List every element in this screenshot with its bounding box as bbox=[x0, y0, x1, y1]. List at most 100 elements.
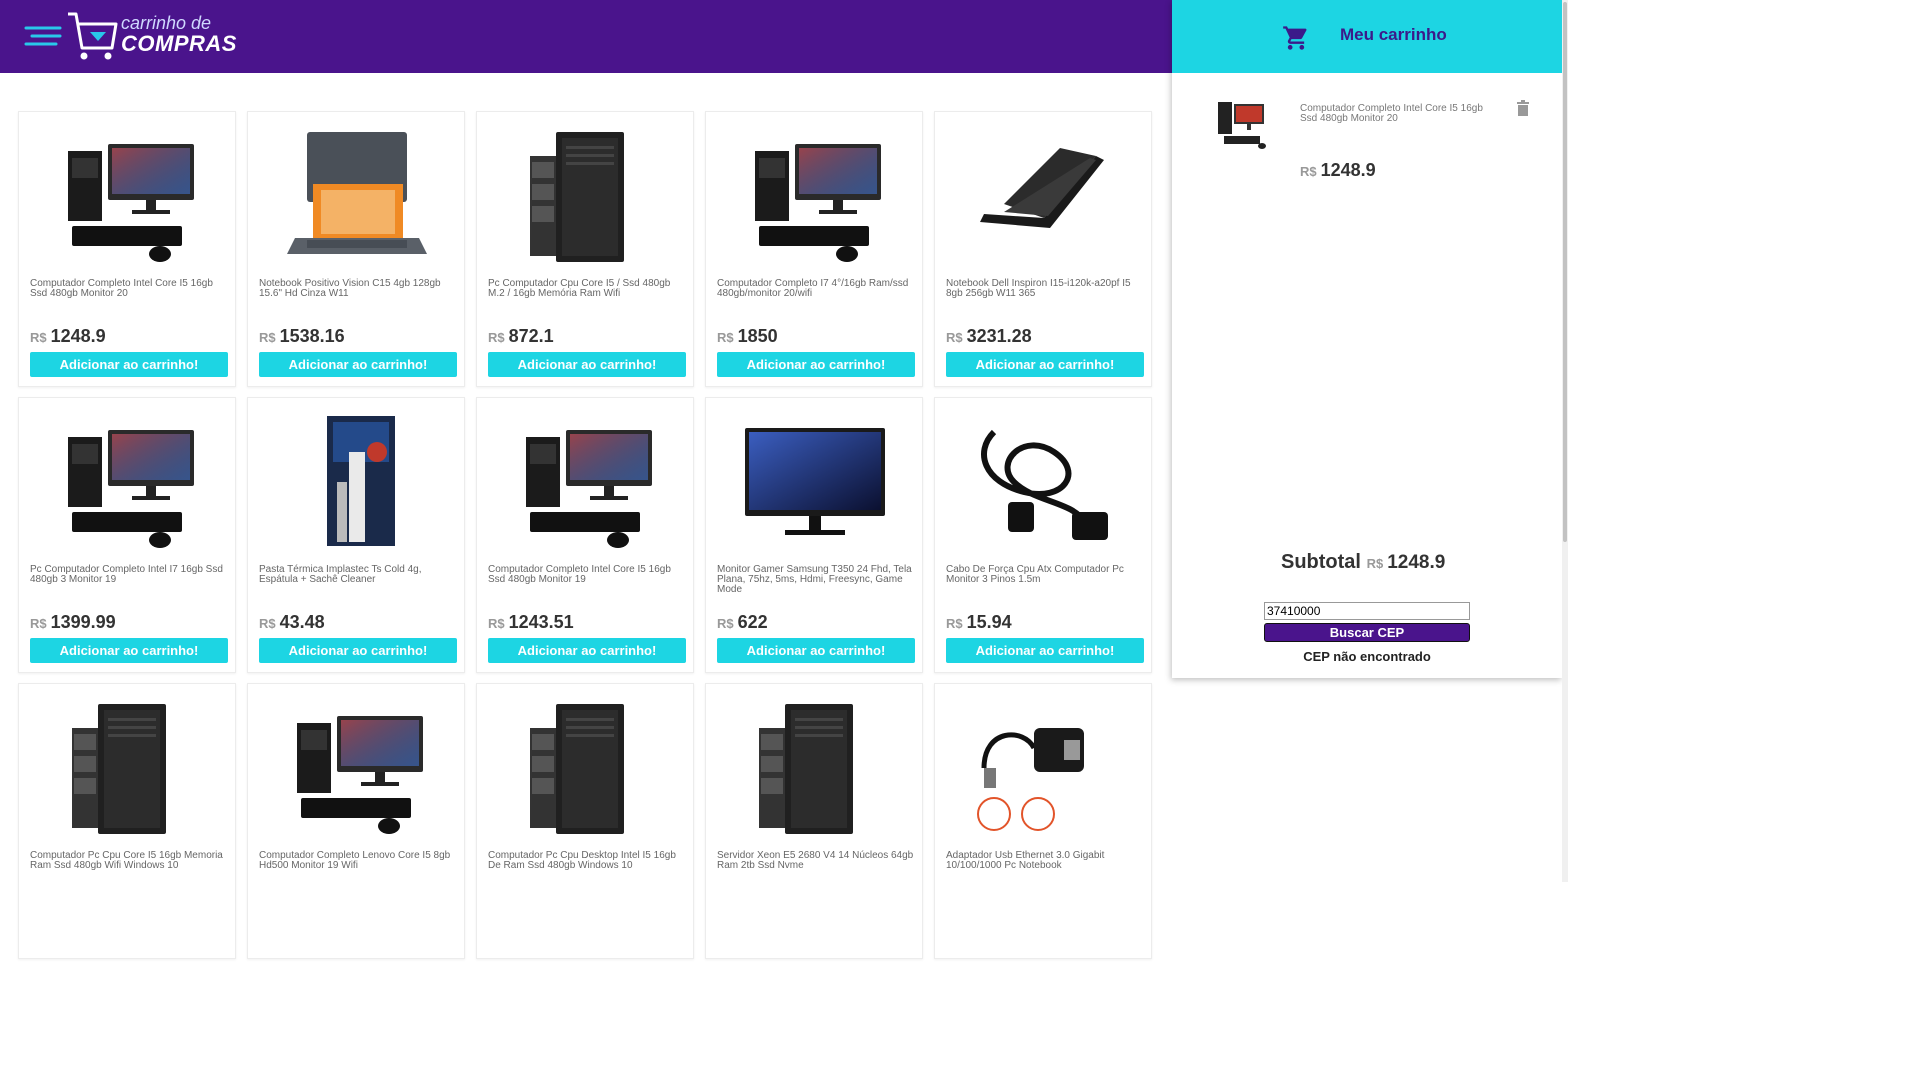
product-image[interactable] bbox=[506, 412, 666, 552]
product-price-value: 1248.9 bbox=[50, 326, 106, 346]
currency-symbol: R$ bbox=[946, 616, 963, 631]
currency-symbol: R$ bbox=[1300, 164, 1317, 179]
product-price: R$ 1248.9 bbox=[30, 326, 106, 347]
product-title: Pc Computador Cpu Core I5 / Ssd 480gb M.… bbox=[488, 278, 671, 299]
product-price-value: 1538.16 bbox=[279, 326, 345, 346]
add-to-cart-button[interactable]: Adicionar ao carrinho! bbox=[488, 352, 686, 377]
add-to-cart-button[interactable]: Adicionar ao carrinho! bbox=[30, 352, 228, 377]
cart-panel: Meu carrinho Computador Completo Intel C… bbox=[1172, 0, 1562, 678]
currency-symbol: R$ bbox=[30, 616, 47, 631]
product-card: Computador Completo Lenovo Core I5 8gb H… bbox=[247, 683, 465, 959]
product-image[interactable] bbox=[964, 412, 1124, 552]
currency-symbol: R$ bbox=[946, 330, 963, 345]
cep-status-message: CEP não encontrado bbox=[1303, 649, 1431, 664]
product-price-value: 43.48 bbox=[279, 612, 325, 632]
product-image[interactable] bbox=[506, 698, 666, 838]
product-image[interactable] bbox=[277, 698, 437, 838]
product-card: Pc Computador Completo Intel I7 16gb Ssd… bbox=[18, 397, 236, 673]
product-image[interactable] bbox=[277, 412, 437, 552]
delete-item-icon[interactable] bbox=[1516, 100, 1530, 116]
top-header: carrinho de COMPRAS bbox=[0, 0, 1172, 73]
page-scrollbar[interactable] bbox=[1562, 0, 1568, 882]
cart-item-price: R$ 1248.9 bbox=[1300, 160, 1376, 181]
product-price: R$ 1243.51 bbox=[488, 612, 574, 633]
product-title: Monitor Gamer Samsung T350 24 Fhd, Tela … bbox=[717, 564, 912, 595]
product-title: Pasta Térmica Implastec Ts Cold 4g, Espá… bbox=[259, 564, 422, 585]
product-title: Pc Computador Completo Intel I7 16gb Ssd… bbox=[30, 564, 223, 585]
currency-symbol: R$ bbox=[259, 616, 276, 631]
product-image[interactable] bbox=[964, 698, 1124, 838]
product-title: Computador Completo Intel Core I5 16gb S… bbox=[30, 278, 213, 299]
product-price: R$ 872.1 bbox=[488, 326, 554, 347]
cart-header: Meu carrinho bbox=[1172, 0, 1562, 73]
subtotal-label: Subtotal bbox=[1281, 551, 1361, 573]
cart-title: Meu carrinho bbox=[1340, 25, 1447, 44]
add-to-cart-button[interactable]: Adicionar ao carrinho! bbox=[717, 638, 915, 663]
product-image[interactable] bbox=[735, 412, 895, 552]
product-price-value: 622 bbox=[737, 612, 768, 632]
add-to-cart-button[interactable]: Adicionar ao carrinho! bbox=[259, 352, 457, 377]
add-to-cart-button[interactable]: Adicionar ao carrinho! bbox=[946, 352, 1144, 377]
product-card: Pasta Térmica Implastec Ts Cold 4g, Espá… bbox=[247, 397, 465, 673]
product-title: Notebook Dell Inspiron I15-i120k-a20pf I… bbox=[946, 278, 1131, 299]
product-price: R$ 1538.16 bbox=[259, 326, 345, 347]
product-title: Notebook Positivo Vision C15 4gb 128gb 1… bbox=[259, 278, 441, 299]
product-title: Computador Pc Cpu Desktop Intel I5 16gb … bbox=[488, 850, 676, 871]
cart-item-image bbox=[1218, 102, 1266, 149]
product-card: Notebook Positivo Vision C15 4gb 128gb 1… bbox=[247, 111, 465, 387]
add-to-cart-button[interactable]: Adicionar ao carrinho! bbox=[717, 352, 915, 377]
store-logo[interactable]: carrinho de COMPRAS bbox=[24, 10, 244, 64]
add-to-cart-button[interactable]: Adicionar ao carrinho! bbox=[30, 638, 228, 663]
product-card: Notebook Dell Inspiron I15-i120k-a20pf I… bbox=[934, 111, 1152, 387]
logo-line1: carrinho de bbox=[121, 13, 212, 33]
logo-cart-icon bbox=[24, 12, 118, 60]
logo-wordmark: carrinho de COMPRAS bbox=[121, 14, 237, 55]
subtotal: Subtotal R$ 1248.9 bbox=[1281, 551, 1445, 574]
product-price: R$ 15.94 bbox=[946, 612, 1012, 633]
product-title: Cabo De Força Cpu Atx Computador Pc Moni… bbox=[946, 564, 1124, 585]
currency-symbol: R$ bbox=[1366, 556, 1384, 571]
product-card: Cabo De Força Cpu Atx Computador Pc Moni… bbox=[934, 397, 1152, 673]
product-image[interactable] bbox=[964, 126, 1124, 266]
subtotal-value: 1248.9 bbox=[1387, 552, 1446, 573]
currency-symbol: R$ bbox=[717, 616, 734, 631]
product-price-value: 15.94 bbox=[966, 612, 1012, 632]
product-price: R$ 622 bbox=[717, 612, 768, 633]
product-image[interactable] bbox=[506, 126, 666, 266]
currency-symbol: R$ bbox=[259, 330, 276, 345]
product-price-value: 3231.28 bbox=[966, 326, 1032, 346]
currency-symbol: R$ bbox=[30, 330, 47, 345]
product-image[interactable] bbox=[277, 126, 437, 266]
search-cep-button[interactable]: Buscar CEP bbox=[1264, 623, 1470, 642]
cart-item-title: Computador Completo Intel Core I5 16gb S… bbox=[1300, 103, 1483, 124]
product-title: Computador Completo Intel Core I5 16gb S… bbox=[488, 564, 671, 585]
product-price-value: 1243.51 bbox=[508, 612, 574, 632]
product-card: Servidor Xeon E5 2680 V4 14 Núcleos 64gb… bbox=[705, 683, 923, 959]
currency-symbol: R$ bbox=[488, 330, 505, 345]
scrollbar-thumb[interactable] bbox=[1563, 2, 1567, 542]
product-image[interactable] bbox=[48, 412, 208, 552]
product-card: Computador Completo Intel Core I5 16gb S… bbox=[476, 397, 694, 673]
product-title: Computador Completo Lenovo Core I5 8gb H… bbox=[259, 850, 451, 871]
product-title: Computador Completo I7 4°/16gb Ram/ssd 4… bbox=[717, 278, 909, 299]
add-to-cart-button[interactable]: Adicionar ao carrinho! bbox=[946, 638, 1144, 663]
product-price-value: 1399.99 bbox=[50, 612, 116, 632]
product-card: Computador Completo Intel Core I5 16gb S… bbox=[18, 111, 236, 387]
product-card: Adaptador Usb Ethernet 3.0 Gigabit 10/10… bbox=[934, 683, 1152, 959]
product-image[interactable] bbox=[735, 126, 895, 266]
add-to-cart-button[interactable]: Adicionar ao carrinho! bbox=[488, 638, 686, 663]
cep-input[interactable] bbox=[1264, 602, 1470, 620]
product-image[interactable] bbox=[48, 126, 208, 266]
shopping-cart-icon[interactable] bbox=[1282, 24, 1310, 52]
product-image[interactable] bbox=[735, 698, 895, 838]
logo-line2: COMPRAS bbox=[121, 31, 237, 56]
product-title: Adaptador Usb Ethernet 3.0 Gigabit 10/10… bbox=[946, 850, 1105, 871]
product-card: Computador Pc Cpu Desktop Intel I5 16gb … bbox=[476, 683, 694, 959]
product-price: R$ 1850 bbox=[717, 326, 778, 347]
currency-symbol: R$ bbox=[488, 616, 505, 631]
product-price: R$ 3231.28 bbox=[946, 326, 1032, 347]
add-to-cart-button[interactable]: Adicionar ao carrinho! bbox=[259, 638, 457, 663]
product-card: Pc Computador Cpu Core I5 / Ssd 480gb M.… bbox=[476, 111, 694, 387]
product-card: Monitor Gamer Samsung T350 24 Fhd, Tela … bbox=[705, 397, 923, 673]
product-image[interactable] bbox=[48, 698, 208, 838]
